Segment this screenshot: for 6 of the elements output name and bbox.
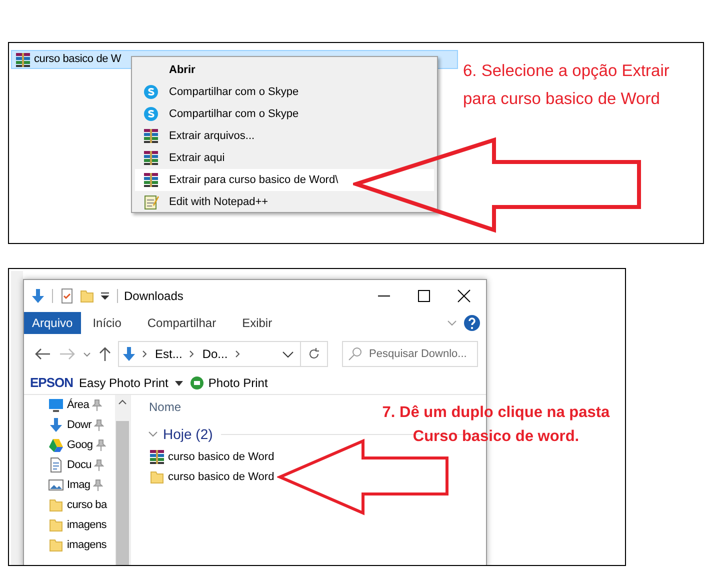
caption-line: para curso basico de Word bbox=[463, 89, 661, 110]
caption-line: Curso basico de word. bbox=[412, 427, 580, 447]
caption-line: 7. Dê um duplo clique na pasta bbox=[381, 403, 611, 423]
caption-line: 6. Selecione a opção Extrair bbox=[463, 61, 670, 82]
window-title: Downloads bbox=[124, 288, 184, 305]
brand-label: EPSON bbox=[30, 374, 74, 392]
